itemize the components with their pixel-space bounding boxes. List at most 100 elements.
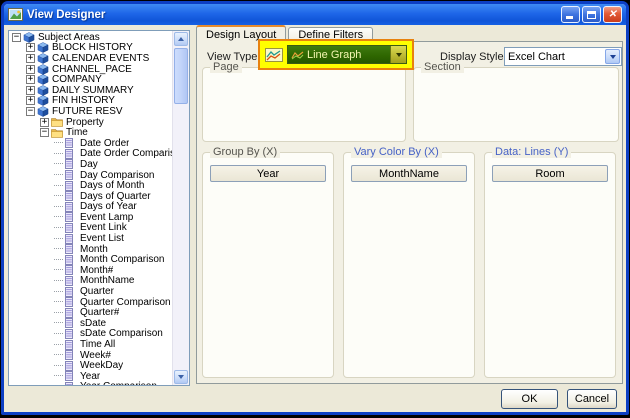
page-dropzone[interactable]: Page xyxy=(202,67,406,142)
subject-areas-tree[interactable]: −Subject Areas+BLOCK HISTORY+CALENDAR EV… xyxy=(8,30,190,386)
expand-icon[interactable]: + xyxy=(26,96,35,105)
tree-item[interactable]: + DAILY SUMMARY xyxy=(11,85,172,96)
field-monthname[interactable]: MonthName xyxy=(351,165,467,182)
ok-button[interactable]: OK xyxy=(501,389,558,409)
tree-item-label: CALENDAR EVENTS xyxy=(52,53,149,64)
cube-icon xyxy=(37,95,49,106)
tree-item[interactable]: Week# xyxy=(11,350,172,361)
column-icon xyxy=(65,381,77,385)
tree-item[interactable]: Quarter xyxy=(11,286,172,297)
display-style-dropdown-icon[interactable] xyxy=(605,49,620,64)
tree-item[interactable]: sDate Comparison xyxy=(11,329,172,340)
tree-item[interactable]: Day Comparison xyxy=(11,170,172,181)
scroll-down-icon[interactable] xyxy=(174,370,188,384)
tree-connector xyxy=(54,206,63,208)
column-icon xyxy=(65,307,77,318)
column-icon xyxy=(65,254,77,265)
column-icon xyxy=(65,360,77,371)
tree-item[interactable]: Days of Quarter xyxy=(11,191,172,202)
tree-item[interactable]: Days of Month xyxy=(11,180,172,191)
tree-item[interactable]: Day xyxy=(11,159,172,170)
tree-item[interactable]: MonthName xyxy=(11,276,172,287)
view-type-value: Line Graph xyxy=(304,49,390,61)
maximize-button[interactable] xyxy=(582,6,601,23)
section-dropzone[interactable]: Section xyxy=(413,67,619,142)
tree-item[interactable]: Event List xyxy=(11,233,172,244)
tree-item[interactable]: Date Order Comparison xyxy=(11,149,172,160)
minimize-button[interactable] xyxy=(561,6,580,23)
tree-item[interactable]: Year xyxy=(11,371,172,382)
scroll-up-icon[interactable] xyxy=(174,32,188,46)
tree-item-label: DAILY SUMMARY xyxy=(52,85,134,96)
tree-item[interactable]: Month xyxy=(11,244,172,255)
expand-icon[interactable]: + xyxy=(26,86,35,95)
tree-item[interactable]: +FIN HISTORY xyxy=(11,96,172,107)
column-icon xyxy=(65,222,77,233)
data-lines-y-label: Data: Lines (Y) xyxy=(492,146,571,158)
field-room[interactable]: Room xyxy=(492,165,608,182)
scrollbar-thumb[interactable] xyxy=(174,48,188,104)
view-type-dropdown-icon[interactable] xyxy=(390,46,406,63)
tree-item[interactable]: Time All xyxy=(11,339,172,350)
design-layout-panel: View Type : Line xyxy=(196,41,623,384)
tree-item[interactable]: +Property xyxy=(11,117,172,128)
tree-item[interactable]: + COMPANY xyxy=(11,74,172,85)
tree-item[interactable]: Event Link xyxy=(11,223,172,234)
tree-item[interactable]: Month Comparison xyxy=(11,254,172,265)
tree-rows: −Subject Areas+BLOCK HISTORY+CALENDAR EV… xyxy=(11,32,172,385)
tree-item-label: Month# xyxy=(80,265,113,276)
tree-scrollbar[interactable] xyxy=(172,31,189,385)
expand-icon[interactable]: + xyxy=(26,43,35,52)
vary-color-by-x-zone[interactable]: Vary Color By (X) MonthName xyxy=(343,152,475,378)
column-icon xyxy=(65,180,77,191)
view-type-highlight: Line Graph xyxy=(258,39,414,70)
expand-icon[interactable]: + xyxy=(26,54,35,63)
tree-item-label: sDate Comparison xyxy=(80,328,163,339)
tree-item[interactable]: Year Comparison xyxy=(11,382,172,385)
titlebar[interactable]: View Designer ✕ xyxy=(4,4,626,25)
group-by-x-zone[interactable]: Group By (X) Year xyxy=(202,152,334,378)
close-button[interactable]: ✕ xyxy=(603,6,622,23)
tree-item[interactable]: WeekDay xyxy=(11,360,172,371)
collapse-icon[interactable]: − xyxy=(12,33,21,42)
cancel-button[interactable]: Cancel xyxy=(567,389,617,409)
tree-item-label: Quarter Comparison xyxy=(80,297,171,308)
display-style-select[interactable]: Excel Chart xyxy=(504,47,622,66)
tree-item-label: Week# xyxy=(80,350,111,361)
tree-item[interactable]: + CALENDAR EVENTS xyxy=(11,53,172,64)
column-icon xyxy=(65,275,77,286)
expand-icon[interactable]: + xyxy=(26,75,35,84)
tree-item[interactable]: +CHANNEL_PACE xyxy=(11,64,172,75)
tree-item-label: COMPANY xyxy=(52,74,102,85)
tree-item[interactable]: Month# xyxy=(11,265,172,276)
tree-item-label: Month Comparison xyxy=(80,254,164,265)
tree-item[interactable]: +BLOCK HISTORY xyxy=(11,43,172,54)
tree-item-label: MonthName xyxy=(80,275,134,286)
expand-icon[interactable]: + xyxy=(40,118,49,127)
tree-connector xyxy=(54,301,63,303)
collapse-icon[interactable]: − xyxy=(26,107,35,116)
tree-item[interactable]: Days of Year xyxy=(11,202,172,213)
tree-connector xyxy=(54,322,63,324)
tree-item[interactable]: −FUTURE RESV xyxy=(11,106,172,117)
window-icon xyxy=(8,7,23,22)
tree-item-label: Event List xyxy=(80,233,124,244)
line-graph-icon xyxy=(265,48,283,62)
tree-item[interactable]: sDate xyxy=(11,318,172,329)
tree-item[interactable]: Event Lamp xyxy=(11,212,172,223)
tree-item-label: Year xyxy=(80,371,100,382)
tree-item[interactable]: −Subject Areas xyxy=(11,32,172,43)
expand-icon[interactable]: + xyxy=(26,65,35,74)
tree-connector xyxy=(54,375,63,377)
collapse-icon[interactable]: − xyxy=(40,128,49,137)
tree-item[interactable]: Quarter Comparison xyxy=(11,297,172,308)
data-lines-y-zone[interactable]: Data: Lines (Y) Room xyxy=(484,152,616,378)
cube-icon xyxy=(37,85,49,96)
tree-item[interactable]: −Time xyxy=(11,127,172,138)
tree-item[interactable]: Date Order xyxy=(11,138,172,149)
tree-item[interactable]: Quarter# xyxy=(11,307,172,318)
group-by-x-label: Group By (X) xyxy=(210,146,280,158)
field-year[interactable]: Year xyxy=(210,165,326,182)
view-type-select[interactable]: Line Graph xyxy=(287,45,407,64)
column-icon xyxy=(65,339,77,350)
